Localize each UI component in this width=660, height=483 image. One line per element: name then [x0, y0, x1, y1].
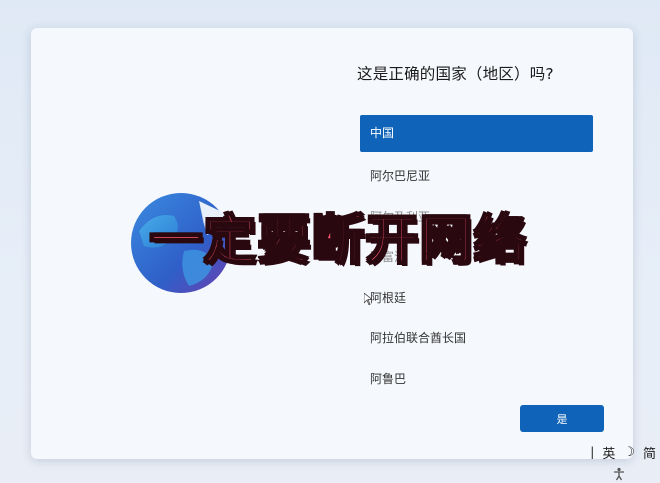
- overlay-caption: 一定要断开网络: [149, 210, 529, 272]
- moon-icon[interactable]: ☽: [623, 445, 635, 460]
- mouse-cursor-icon: [364, 293, 372, 305]
- page-title: 这是正确的国家（地区）吗?: [357, 65, 554, 83]
- accessibility-icon[interactable]: [612, 467, 626, 481]
- list-item[interactable]: 阿尔巴尼亚: [360, 156, 593, 197]
- list-item[interactable]: 阿拉伯联合酋长国: [360, 318, 593, 359]
- ime-language-indicator[interactable]: 英: [602, 443, 615, 462]
- tray-separator: |: [590, 445, 595, 459]
- ime-mode-indicator[interactable]: 简: [643, 443, 656, 462]
- yes-button[interactable]: 是: [520, 405, 604, 432]
- system-tray: | 英 ☽ 简: [590, 440, 660, 464]
- list-item[interactable]: 阿鲁巴: [360, 359, 593, 400]
- list-item-selected[interactable]: 中国: [360, 115, 593, 152]
- list-item[interactable]: 阿根廷: [360, 278, 593, 319]
